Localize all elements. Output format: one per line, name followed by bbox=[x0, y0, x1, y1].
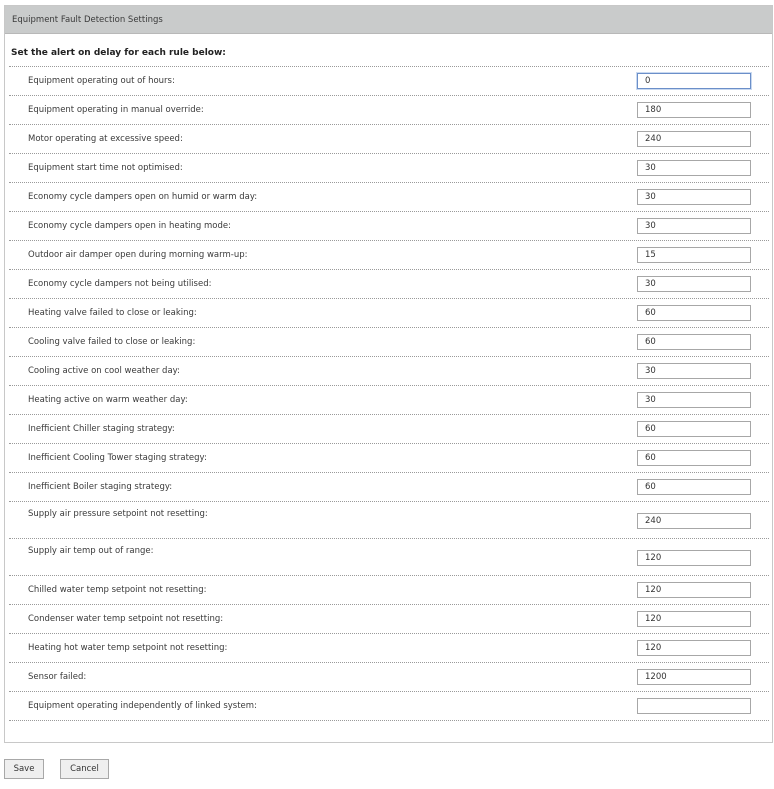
rule-row: Equipment operating independently of lin… bbox=[9, 692, 769, 721]
rule-label: Equipment operating out of hours: bbox=[28, 76, 175, 86]
rule-label: Chilled water temp setpoint not resettin… bbox=[28, 585, 207, 595]
rule-delay-input[interactable] bbox=[637, 550, 751, 566]
rule-row: Motor operating at excessive speed: bbox=[9, 125, 769, 154]
rule-label: Equipment operating independently of lin… bbox=[28, 701, 257, 711]
rule-label: Economy cycle dampers not being utilised… bbox=[28, 279, 212, 289]
rule-label: Heating active on warm weather day: bbox=[28, 395, 188, 405]
rule-delay-input[interactable] bbox=[637, 305, 751, 321]
rule-row: Chilled water temp setpoint not resettin… bbox=[9, 576, 769, 605]
rule-delay-input[interactable] bbox=[637, 73, 751, 89]
rule-row: Supply air pressure setpoint not resetti… bbox=[9, 502, 769, 539]
intro-text: Set the alert on delay for each rule bel… bbox=[11, 48, 226, 58]
rule-label: Inefficient Chiller staging strategy: bbox=[28, 424, 175, 434]
rule-delay-input[interactable] bbox=[637, 392, 751, 408]
rule-label: Equipment start time not optimised: bbox=[28, 163, 183, 173]
save-button[interactable]: Save bbox=[4, 759, 44, 779]
rule-label: Supply air pressure setpoint not resetti… bbox=[28, 509, 208, 519]
rule-delay-input[interactable] bbox=[637, 276, 751, 292]
rule-row: Economy cycle dampers not being utilised… bbox=[9, 270, 769, 299]
rule-row: Economy cycle dampers open on humid or w… bbox=[9, 183, 769, 212]
rule-delay-input[interactable] bbox=[637, 131, 751, 147]
rule-label: Condenser water temp setpoint not resett… bbox=[28, 614, 224, 624]
rule-delay-input[interactable] bbox=[637, 698, 751, 714]
rule-row: Inefficient Cooling Tower staging strate… bbox=[9, 444, 769, 473]
cancel-button[interactable]: Cancel bbox=[60, 759, 109, 779]
rule-row: Equipment operating in manual override: bbox=[9, 96, 769, 125]
rule-row: Cooling valve failed to close or leaking… bbox=[9, 328, 769, 357]
rule-delay-input[interactable] bbox=[637, 218, 751, 234]
rule-row: Economy cycle dampers open in heating mo… bbox=[9, 212, 769, 241]
rule-row: Heating valve failed to close or leaking… bbox=[9, 299, 769, 328]
rule-delay-input[interactable] bbox=[637, 160, 751, 176]
rule-label: Inefficient Boiler staging strategy: bbox=[28, 482, 173, 492]
rule-delay-input[interactable] bbox=[637, 640, 751, 656]
rule-row: Inefficient Boiler staging strategy: bbox=[9, 473, 769, 502]
rules-list: Equipment operating out of hours: Equipme… bbox=[9, 67, 769, 721]
rule-delay-input[interactable] bbox=[637, 479, 751, 495]
rule-row: Cooling active on cool weather day: bbox=[9, 357, 769, 386]
rule-delay-input[interactable] bbox=[637, 611, 751, 627]
rule-label: Cooling valve failed to close or leaking… bbox=[28, 337, 196, 347]
rule-row: Outdoor air damper open during morning w… bbox=[9, 241, 769, 270]
rule-label: Outdoor air damper open during morning w… bbox=[28, 250, 248, 260]
rule-row: Equipment operating out of hours: bbox=[9, 67, 769, 96]
rule-label: Supply air temp out of range: bbox=[28, 546, 154, 556]
rule-label: Motor operating at excessive speed: bbox=[28, 134, 183, 144]
rule-row: Supply air temp out of range: bbox=[9, 539, 769, 576]
rule-delay-input[interactable] bbox=[637, 582, 751, 598]
panel-header: Equipment Fault Detection Settings bbox=[5, 6, 772, 34]
fault-detection-settings-panel: Equipment Fault Detection Settings Set t… bbox=[4, 5, 773, 743]
rule-label: Sensor failed: bbox=[28, 672, 87, 682]
rule-row: Heating hot water temp setpoint not rese… bbox=[9, 634, 769, 663]
rule-delay-input[interactable] bbox=[637, 247, 751, 263]
rule-row: Condenser water temp setpoint not resett… bbox=[9, 605, 769, 634]
rule-row: Equipment start time not optimised: bbox=[9, 154, 769, 183]
rule-row: Heating active on warm weather day: bbox=[9, 386, 769, 415]
rule-label: Economy cycle dampers open on humid or w… bbox=[28, 192, 258, 202]
rule-delay-input[interactable] bbox=[637, 669, 751, 685]
rule-delay-input[interactable] bbox=[637, 363, 751, 379]
rule-delay-input[interactable] bbox=[637, 189, 751, 205]
rule-row: Sensor failed: bbox=[9, 663, 769, 692]
rule-label: Inefficient Cooling Tower staging strate… bbox=[28, 453, 207, 463]
rule-row: Inefficient Chiller staging strategy: bbox=[9, 415, 769, 444]
rule-delay-input[interactable] bbox=[637, 102, 751, 118]
rule-delay-input[interactable] bbox=[637, 421, 751, 437]
rule-delay-input[interactable] bbox=[637, 513, 751, 529]
rule-label: Heating hot water temp setpoint not rese… bbox=[28, 643, 228, 653]
rule-label: Economy cycle dampers open in heating mo… bbox=[28, 221, 231, 231]
rule-delay-input[interactable] bbox=[637, 450, 751, 466]
rule-label: Heating valve failed to close or leaking… bbox=[28, 308, 197, 318]
rule-label: Cooling active on cool weather day: bbox=[28, 366, 180, 376]
panel-title: Equipment Fault Detection Settings bbox=[12, 14, 163, 25]
rule-delay-input[interactable] bbox=[637, 334, 751, 350]
rule-label: Equipment operating in manual override: bbox=[28, 105, 204, 115]
